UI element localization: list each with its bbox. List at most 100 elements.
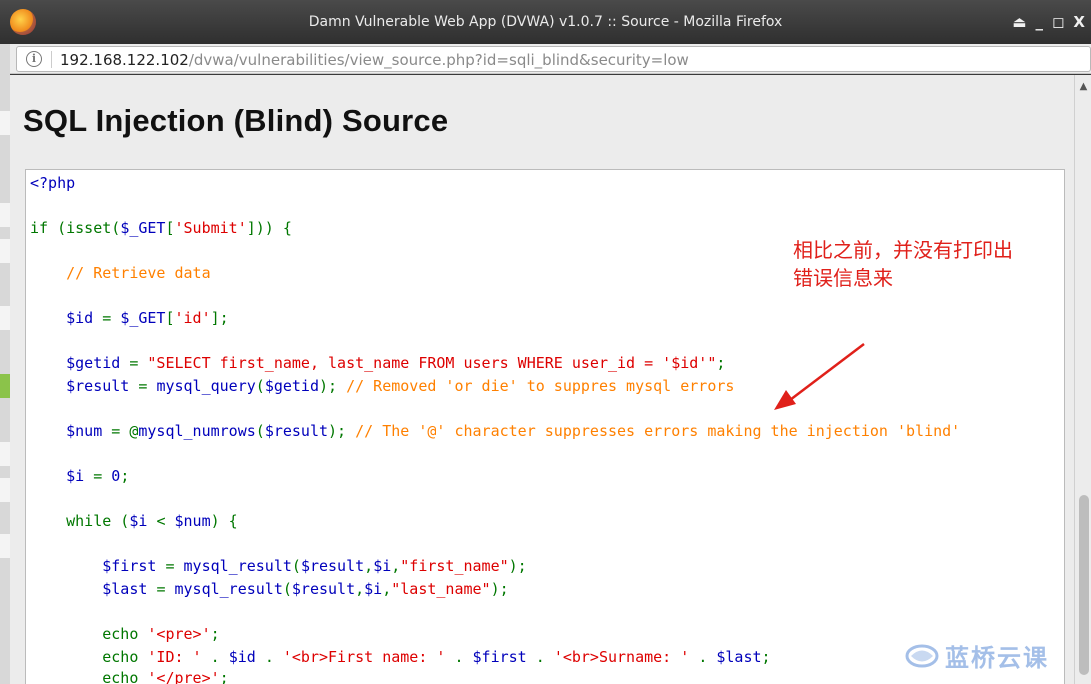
code-token: ; xyxy=(761,648,771,666)
code-line: $i = 0; xyxy=(30,467,129,485)
code-line: echo '<pre>'; xyxy=(30,625,220,643)
code-token: 0 xyxy=(111,467,121,485)
code-token: = @ xyxy=(111,422,139,440)
scrollbar-thumb[interactable] xyxy=(1079,495,1089,675)
code-line: $getid = "SELECT first_name, last_name F… xyxy=(30,354,725,372)
code-token: . xyxy=(698,648,717,666)
code-token: [ xyxy=(165,219,175,237)
code-token: , xyxy=(382,580,392,598)
background-window-fragment xyxy=(0,374,10,398)
code-token: , xyxy=(364,557,374,575)
code-token: mysql_result xyxy=(183,557,292,575)
site-info-icon[interactable]: i xyxy=(26,51,42,67)
code-token: echo xyxy=(30,625,148,643)
code-token: $_GET xyxy=(120,219,166,237)
code-token: . xyxy=(210,648,229,666)
page-title: SQL Injection (Blind) Source xyxy=(23,103,449,138)
scroll-up-arrow-icon[interactable]: ▲ xyxy=(1078,81,1089,92)
code-token: ( xyxy=(291,557,301,575)
code-token: $result xyxy=(264,422,329,440)
code-token: = xyxy=(156,580,175,598)
code-token: $i xyxy=(129,512,157,530)
watermark: 蓝桥云课 xyxy=(905,638,1049,673)
background-window-strip xyxy=(0,44,10,684)
code-token: '<br>First name: ' xyxy=(282,648,455,666)
code-token: if (isset( xyxy=(30,219,121,237)
lanqiao-logo-icon xyxy=(905,644,939,667)
code-token: $i xyxy=(364,580,383,598)
code-token: echo xyxy=(30,648,148,666)
code-token: $num xyxy=(174,512,211,530)
code-token: $id xyxy=(228,648,265,666)
vertical-scrollbar[interactable]: ▲ xyxy=(1074,75,1091,684)
code-line: echo 'ID: ' . $id . '<br>First name: ' .… xyxy=(30,648,771,666)
code-token: $getid xyxy=(264,377,319,395)
code-token: ); xyxy=(319,377,347,395)
code-token: ); xyxy=(508,557,527,575)
code-line: while ($i < $num) { xyxy=(30,512,238,530)
background-window-fragment xyxy=(0,478,10,502)
code-token: ) { xyxy=(210,512,238,530)
code-token: . xyxy=(454,648,473,666)
code-token: ]; xyxy=(210,309,229,327)
navigation-toolbar: i 192.168.122.102/dvwa/vulnerabilities/v… xyxy=(10,44,1091,74)
code-token: ; xyxy=(716,354,726,372)
code-token: $i xyxy=(30,467,94,485)
code-line: $result = mysql_query($getid); // Remove… xyxy=(30,377,734,395)
code-token: = xyxy=(138,377,157,395)
background-window-fragment xyxy=(0,534,10,558)
code-token: $last xyxy=(30,580,157,598)
code-token: "SELECT first_name, last_name FROM users… xyxy=(147,354,717,372)
code-token: , xyxy=(391,557,401,575)
annotation-line-2: 错误信息来 xyxy=(793,266,893,290)
background-window-fragment xyxy=(0,203,10,227)
code-token: ; xyxy=(120,467,130,485)
code-token: mysql_query xyxy=(156,377,256,395)
window-controls: ⏏ _ ◻ X xyxy=(1012,13,1085,31)
code-token: while ( xyxy=(30,512,130,530)
code-token: <?php xyxy=(30,174,76,192)
code-token: mysql_result xyxy=(174,580,283,598)
code-token: $getid xyxy=(30,354,130,372)
code-token: mysql_numrows xyxy=(138,422,256,440)
code-token: 'id' xyxy=(174,309,211,327)
url-separator xyxy=(51,51,52,68)
code-token: $result xyxy=(300,557,365,575)
window-maximize-button[interactable]: ◻ xyxy=(1052,13,1064,31)
code-token: $last xyxy=(716,648,762,666)
background-window-fragment xyxy=(0,306,10,330)
url-host: 192.168.122.102 xyxy=(60,51,189,69)
code-token: $_GET xyxy=(120,309,166,327)
code-token: // The '@' character suppresses errors m… xyxy=(355,422,961,440)
code-token: '<br>Surname: ' xyxy=(553,648,699,666)
code-token: ; xyxy=(210,625,220,643)
code-token: . xyxy=(535,648,554,666)
code-token: [ xyxy=(165,309,175,327)
background-window-fragment xyxy=(0,111,10,135)
watermark-text: 蓝桥云课 xyxy=(945,644,1049,672)
code-token: = xyxy=(165,557,184,575)
code-token: 'Submit' xyxy=(174,219,247,237)
background-window-fragment xyxy=(0,442,10,466)
code-token: // Removed 'or die' to suppres mysql err… xyxy=(346,377,735,395)
code-token: '</pre>' xyxy=(147,669,220,684)
window-titlebar: Damn Vulnerable Web App (DVWA) v1.0.7 ::… xyxy=(0,0,1091,44)
code-token: echo xyxy=(30,669,148,684)
code-line: $first = mysql_result($result,$i,"first_… xyxy=(30,557,527,575)
url-bar[interactable]: i 192.168.122.102/dvwa/vulnerabilities/v… xyxy=(16,46,1091,72)
window-minimize-button[interactable]: _ xyxy=(1035,13,1043,31)
code-token: = xyxy=(129,354,148,372)
code-token: $i xyxy=(373,557,392,575)
code-line: echo '</pre>'; xyxy=(30,669,228,684)
code-token: '<pre>' xyxy=(147,625,211,643)
code-token: . xyxy=(264,648,283,666)
window-close-button[interactable]: X xyxy=(1073,13,1085,31)
code-line: $id = $_GET['id']; xyxy=(30,309,229,327)
code-token: , xyxy=(355,580,365,598)
url-path: /dvwa/vulnerabilities/view_source.php?id… xyxy=(188,51,689,69)
code-token: $first xyxy=(30,557,166,575)
code-token: ( xyxy=(255,422,265,440)
window-eject-button[interactable]: ⏏ xyxy=(1012,13,1026,31)
url-text[interactable]: 192.168.122.102/dvwa/vulnerabilities/vie… xyxy=(60,51,689,69)
page-content: SQL Injection (Blind) Source <?php if (is… xyxy=(10,75,1074,684)
